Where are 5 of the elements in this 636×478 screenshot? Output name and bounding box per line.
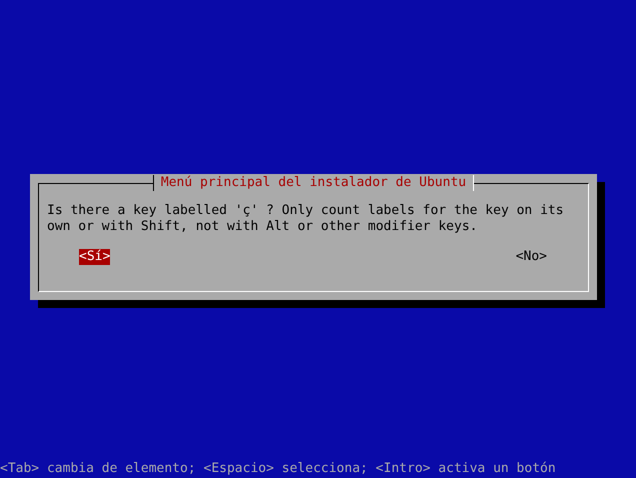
dialog-button[interactable]: <Sí> <box>79 249 110 265</box>
dialog-title: Menú principal del instalador de Ubuntu <box>152 175 474 191</box>
dialog-button[interactable]: <No> <box>516 249 547 265</box>
dialog-message: Is there a key labelled 'ç' ? Only count labels for the key on its own or with Shift, not with Alt or other modifier keys. <box>47 203 565 235</box>
key-hint-text: <Tab> cambia de elemento; <Espacio> selecciona; <Intro> activa un botón <box>0 461 556 476</box>
